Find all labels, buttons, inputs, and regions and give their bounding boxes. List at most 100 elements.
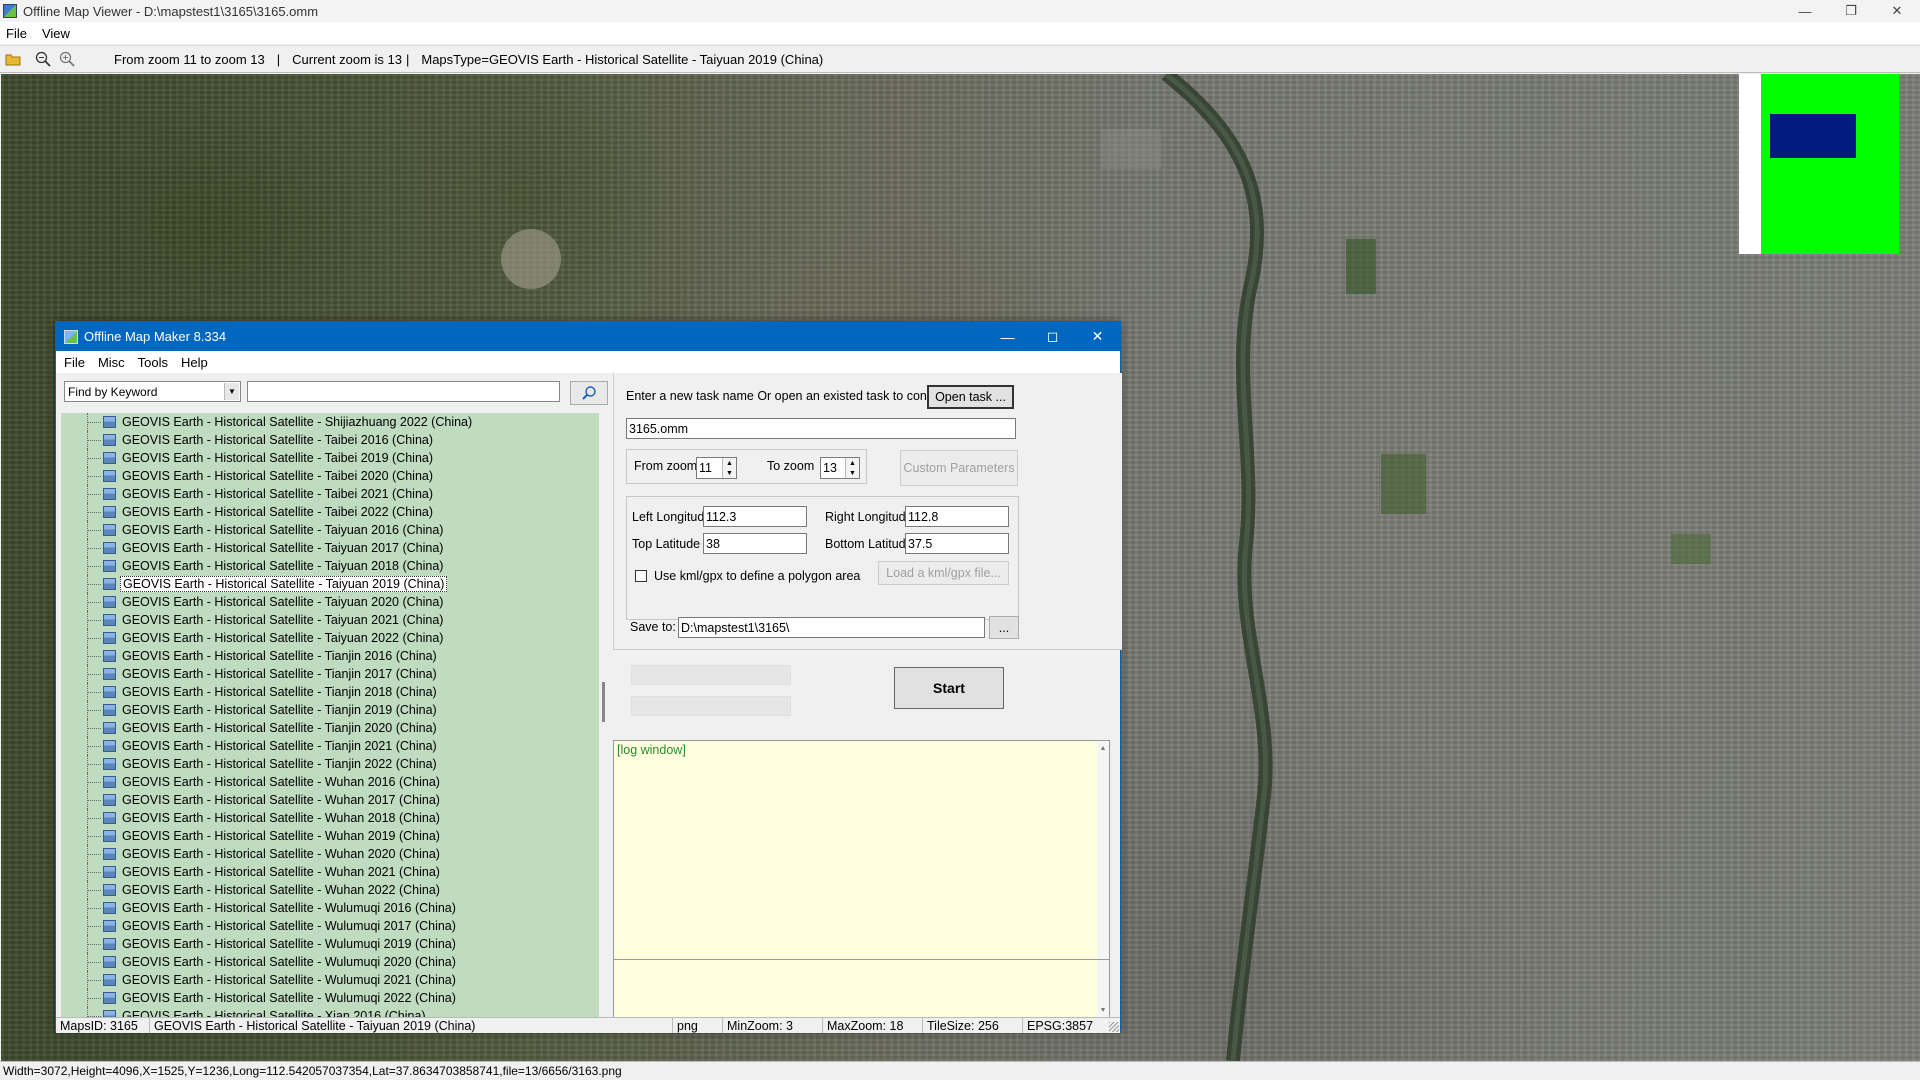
from-zoom-stepper[interactable]: 11 ▲ ▼: [696, 457, 737, 479]
list-item[interactable]: GEOVIS Earth - Historical Satellite - Ti…: [61, 683, 599, 701]
app-icon: [64, 329, 78, 344]
list-item[interactable]: GEOVIS Earth - Historical Satellite - Ta…: [61, 521, 599, 539]
list-item[interactable]: GEOVIS Earth - Historical Satellite - Ti…: [61, 719, 599, 737]
task-settings-panel: Enter a new task name Or open an existed…: [613, 373, 1122, 649]
list-item[interactable]: GEOVIS Earth - Historical Satellite - Ta…: [61, 485, 599, 503]
bottom-latitude-field[interactable]: 37.5: [905, 533, 1009, 554]
list-item[interactable]: GEOVIS Earth - Historical Satellite - Wu…: [61, 845, 599, 863]
list-item[interactable]: GEOVIS Earth - Historical Satellite - Ta…: [61, 611, 599, 629]
list-item[interactable]: GEOVIS Earth - Historical Satellite - Wu…: [61, 827, 599, 845]
list-item[interactable]: GEOVIS Earth - Historical Satellite - Ti…: [61, 755, 599, 773]
list-item[interactable]: GEOVIS Earth - Historical Satellite - Ta…: [61, 629, 599, 647]
list-item[interactable]: GEOVIS Earth - Historical Satellite - Wu…: [61, 881, 599, 899]
list-item[interactable]: GEOVIS Earth - Historical Satellite - Ti…: [61, 647, 599, 665]
from-zoom-label: From zoom: [634, 459, 698, 473]
menu-view[interactable]: View: [42, 26, 70, 41]
overview-minimap[interactable]: [1739, 74, 1899, 254]
maximize-button[interactable]: ◻: [1030, 322, 1075, 351]
menu-file[interactable]: File: [6, 26, 27, 41]
list-item[interactable]: GEOVIS Earth - Historical Satellite - Wu…: [61, 899, 599, 917]
menu-misc[interactable]: Misc: [98, 355, 125, 370]
map-layer-icon: [103, 722, 116, 734]
list-item[interactable]: GEOVIS Earth - Historical Satellite - Ta…: [61, 467, 599, 485]
list-item-label: GEOVIS Earth - Historical Satellite - Ta…: [122, 487, 434, 501]
list-item[interactable]: GEOVIS Earth - Historical Satellite - Ta…: [61, 575, 599, 593]
spin-arrows-icon[interactable]: ▲ ▼: [722, 458, 736, 478]
menu-file[interactable]: File: [64, 355, 85, 370]
list-item[interactable]: GEOVIS Earth - Historical Satellite - Ti…: [61, 665, 599, 683]
minimize-button[interactable]: —: [1782, 0, 1828, 22]
tree-branch: [87, 476, 101, 477]
log-scrollbar-track[interactable]: ▼: [1097, 960, 1109, 1017]
to-zoom-stepper[interactable]: 13 ▲ ▼: [820, 457, 860, 479]
list-item[interactable]: GEOVIS Earth - Historical Satellite - Wu…: [61, 773, 599, 791]
menu-help[interactable]: Help: [181, 355, 208, 370]
tree-branch: [87, 926, 101, 927]
list-item-label: GEOVIS Earth - Historical Satellite - Xi…: [122, 1009, 426, 1017]
list-scrollbar-thumb[interactable]: [602, 682, 605, 722]
log-window-lower[interactable]: ▼: [613, 960, 1110, 1018]
list-item[interactable]: GEOVIS Earth - Historical Satellite - Ta…: [61, 539, 599, 557]
list-item[interactable]: GEOVIS Earth - Historical Satellite - Wu…: [61, 809, 599, 827]
tree-branch: [87, 872, 101, 873]
list-item[interactable]: GEOVIS Earth - Historical Satellite - Ta…: [61, 503, 599, 521]
map-layer-icon: [103, 560, 116, 572]
start-button[interactable]: Start: [894, 667, 1004, 709]
kml-checkbox[interactable]: [635, 570, 647, 582]
list-item[interactable]: GEOVIS Earth - Historical Satellite - Ti…: [61, 737, 599, 755]
list-item-label: GEOVIS Earth - Historical Satellite - Ta…: [122, 559, 444, 573]
list-item[interactable]: GEOVIS Earth - Historical Satellite - Xi…: [61, 1007, 599, 1017]
status-maps-id: MapsID: 3165: [56, 1018, 150, 1033]
log-window[interactable]: [log window] ▲: [613, 740, 1110, 960]
custom-parameters-button[interactable]: Custom Parameters: [900, 450, 1018, 486]
overview-viewport-rect[interactable]: [1770, 114, 1856, 158]
top-latitude-field[interactable]: 38: [703, 533, 807, 554]
zoom-in-icon[interactable]: [56, 48, 78, 70]
list-item[interactable]: GEOVIS Earth - Historical Satellite - Ta…: [61, 593, 599, 611]
scroll-up-icon[interactable]: ▲: [1097, 741, 1109, 755]
resize-grip-icon[interactable]: [1109, 1022, 1119, 1032]
close-button[interactable]: ✕: [1874, 0, 1920, 22]
list-item[interactable]: GEOVIS Earth - Historical Satellite - Wu…: [61, 863, 599, 881]
right-longitude-field[interactable]: 112.8: [905, 506, 1009, 527]
viewer-window-title: Offline Map Viewer - D:\mapstest1\3165\3…: [23, 3, 319, 19]
scroll-down-icon[interactable]: ▼: [1097, 1003, 1109, 1017]
search-button[interactable]: [570, 381, 608, 405]
save-path-field[interactable]: D:\mapstest1\3165\: [678, 617, 985, 638]
search-mode-value: Find by Keyword: [68, 384, 158, 399]
viewer-title-bar: Offline Map Viewer - D:\mapstest1\3165\3…: [0, 0, 1920, 22]
list-item[interactable]: GEOVIS Earth - Historical Satellite - Wu…: [61, 989, 599, 1007]
close-button[interactable]: ✕: [1075, 322, 1120, 351]
tree-branch: [87, 998, 101, 999]
list-item[interactable]: GEOVIS Earth - Historical Satellite - Ta…: [61, 431, 599, 449]
current-zoom-text: Current zoom is 13: [292, 51, 402, 67]
folder-open-icon[interactable]: [2, 48, 24, 70]
list-item-label: GEOVIS Earth - Historical Satellite - Wu…: [122, 901, 456, 915]
map-type-list[interactable]: GEOVIS Earth - Historical Satellite - Sh…: [61, 413, 599, 1017]
minimize-button[interactable]: —: [985, 322, 1030, 351]
menu-tools[interactable]: Tools: [138, 355, 168, 370]
search-mode-select[interactable]: Find by Keyword ▼: [64, 381, 241, 402]
search-input[interactable]: [247, 381, 560, 402]
log-scrollbar[interactable]: ▲: [1097, 741, 1109, 959]
load-kml-button[interactable]: Load a kml/gpx file...: [878, 561, 1009, 585]
chevron-down-icon[interactable]: ▼: [224, 383, 239, 400]
zoom-out-icon[interactable]: [32, 48, 54, 70]
spin-arrows-icon[interactable]: ▲ ▼: [845, 458, 859, 478]
list-item[interactable]: GEOVIS Earth - Historical Satellite - Ta…: [61, 449, 599, 467]
browse-folder-button[interactable]: ...: [989, 616, 1019, 639]
left-longitude-label: Left Longitude: [632, 510, 712, 524]
list-item[interactable]: GEOVIS Earth - Historical Satellite - Wu…: [61, 917, 599, 935]
left-longitude-field[interactable]: 112.3: [703, 506, 807, 527]
list-item[interactable]: GEOVIS Earth - Historical Satellite - Ti…: [61, 701, 599, 719]
restore-button[interactable]: ❐: [1828, 0, 1874, 22]
list-item[interactable]: GEOVIS Earth - Historical Satellite - Sh…: [61, 413, 599, 431]
map-layer-icon: [103, 578, 116, 590]
open-task-button[interactable]: Open task ...: [927, 385, 1014, 409]
task-name-field[interactable]: 3165.omm: [626, 418, 1016, 439]
list-item[interactable]: GEOVIS Earth - Historical Satellite - Wu…: [61, 971, 599, 989]
list-item[interactable]: GEOVIS Earth - Historical Satellite - Ta…: [61, 557, 599, 575]
list-item[interactable]: GEOVIS Earth - Historical Satellite - Wu…: [61, 791, 599, 809]
list-item[interactable]: GEOVIS Earth - Historical Satellite - Wu…: [61, 953, 599, 971]
list-item[interactable]: GEOVIS Earth - Historical Satellite - Wu…: [61, 935, 599, 953]
